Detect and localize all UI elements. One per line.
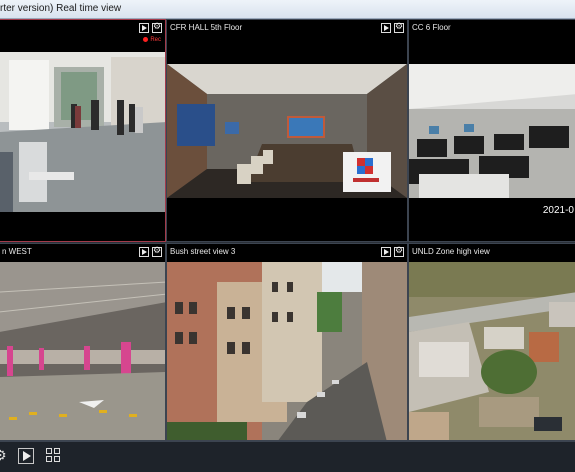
camera-feed-lobby xyxy=(0,52,165,212)
camera-grid: Rec CFR HALL 5th Floor xyxy=(0,19,575,441)
camera-tile-unld-zone[interactable]: UNLD Zone high view xyxy=(408,243,575,441)
camera-feed-cc-6-floor xyxy=(409,64,575,198)
play-icon[interactable] xyxy=(139,23,149,33)
camera-feed-parking xyxy=(0,262,165,440)
camera-tile-cfr-hall[interactable]: CFR HALL 5th Floor xyxy=(166,19,408,242)
timestamp: 2021-0 xyxy=(542,205,574,216)
tile-header: CC 6 Floor xyxy=(409,20,575,38)
settings-icon[interactable] xyxy=(394,22,404,33)
camera-name: n WEST xyxy=(2,247,32,256)
camera-tile-lobby[interactable]: Rec xyxy=(0,19,166,242)
camera-name: Bush street view 3 xyxy=(170,247,236,256)
camera-name: CC 6 Floor xyxy=(412,23,451,32)
camera-name: CFR HALL 5th Floor xyxy=(170,23,243,32)
camera-tile-cc-6-floor[interactable]: CC 6 Floor 2021-0 xyxy=(408,19,575,242)
bottom-toolbar: ⚙ xyxy=(0,441,575,472)
camera-feed-unld-zone xyxy=(409,262,575,440)
camera-tile-parking[interactable]: n WEST xyxy=(0,243,166,441)
settings-icon[interactable]: ⚙ xyxy=(0,448,10,464)
window-title: rter version) Real time view xyxy=(0,3,122,14)
grid-layout-icon[interactable] xyxy=(46,448,62,464)
camera-feed-cfr-hall xyxy=(167,64,407,198)
play-icon[interactable] xyxy=(18,448,34,464)
settings-icon[interactable] xyxy=(394,246,404,257)
tile-header: UNLD Zone high view xyxy=(409,244,575,262)
play-icon[interactable] xyxy=(139,247,149,257)
tile-header: CFR HALL 5th Floor xyxy=(167,20,407,38)
settings-icon[interactable] xyxy=(152,246,162,257)
tile-header xyxy=(0,20,165,38)
camera-name: UNLD Zone high view xyxy=(412,247,490,256)
play-icon[interactable] xyxy=(381,23,391,33)
play-icon[interactable] xyxy=(381,247,391,257)
window-title-bar: rter version) Real time view xyxy=(0,0,575,19)
tile-header: n WEST xyxy=(0,244,165,262)
camera-tile-bush-street[interactable]: Bush street view 3 xyxy=(166,243,408,441)
settings-icon[interactable] xyxy=(152,22,162,33)
camera-feed-bush-street xyxy=(167,262,407,440)
tile-header: Bush street view 3 xyxy=(167,244,407,262)
rec-indicator: Rec xyxy=(143,37,161,43)
